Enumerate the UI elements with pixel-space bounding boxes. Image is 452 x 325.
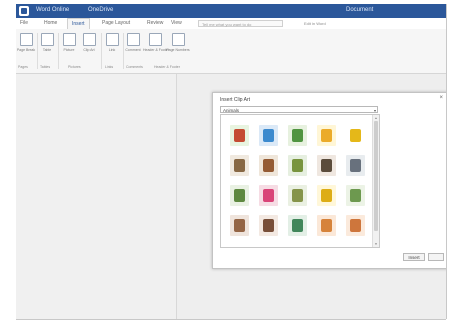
tab-review[interactable]: Review xyxy=(147,20,163,26)
link-button[interactable]: Link xyxy=(102,33,122,52)
clip-art-thumbnail[interactable] xyxy=(288,185,307,206)
clip-art-image xyxy=(263,159,274,172)
comment-label: Comment xyxy=(125,48,141,52)
app-window: Word Online OneDrive Document File Home … xyxy=(16,4,447,319)
page-numbers-button[interactable]: Page Numbers xyxy=(166,33,190,52)
clip-art-image xyxy=(234,159,245,172)
tab-home[interactable]: Home xyxy=(44,20,57,26)
link-label: Link xyxy=(108,48,116,52)
clip-art-image xyxy=(321,219,332,232)
clip-art-image xyxy=(234,189,245,202)
group-label-links: Links xyxy=(105,65,114,69)
table-button[interactable]: Table xyxy=(37,33,57,52)
clip-art-button[interactable]: Clip Art xyxy=(79,33,99,52)
app-title: Word Online xyxy=(36,7,70,13)
scroll-down-icon[interactable]: ▼ xyxy=(374,242,378,246)
clip-art-thumbnail[interactable] xyxy=(259,155,278,176)
clip-art-thumbnail[interactable] xyxy=(259,215,278,236)
clip-art-thumbnail[interactable] xyxy=(317,185,336,206)
group-label-header-footer: Header & Footer xyxy=(154,65,180,69)
picture-button[interactable]: Picture xyxy=(59,33,79,52)
clip-art-thumbnail[interactable] xyxy=(346,185,365,206)
edit-in-word-button[interactable]: Edit in Word xyxy=(304,21,326,26)
clip-art-image xyxy=(350,189,361,202)
table-icon xyxy=(40,33,54,46)
page-break-icon xyxy=(19,33,33,46)
clip-art-thumbnail[interactable] xyxy=(288,215,307,236)
clip-art-image xyxy=(321,129,332,142)
page-break-button[interactable]: Page Break xyxy=(16,33,36,52)
comment-button[interactable]: Comment xyxy=(122,33,144,52)
clip-art-image xyxy=(234,129,245,142)
clip-category-value: Animals xyxy=(223,108,240,113)
clip-art-icon xyxy=(82,33,96,46)
header-footer-icon xyxy=(148,33,162,46)
scrollbar-thumb[interactable] xyxy=(374,121,378,231)
close-icon[interactable]: × xyxy=(439,95,443,101)
clip-art-label: Clip Art xyxy=(83,48,95,52)
cancel-button[interactable] xyxy=(428,253,444,261)
clip-art-image xyxy=(263,129,274,142)
clip-art-thumbnail[interactable] xyxy=(317,155,336,176)
clip-art-thumbnail[interactable] xyxy=(346,125,365,146)
insert-button[interactable]: Insert xyxy=(403,253,425,261)
clip-art-thumbnail[interactable] xyxy=(317,125,336,146)
tab-file[interactable]: File xyxy=(20,20,28,26)
clip-art-thumbnail[interactable] xyxy=(288,155,307,176)
clip-art-image xyxy=(321,159,332,172)
group-label-pages: Pages xyxy=(18,65,28,69)
picture-label: Picture xyxy=(63,48,75,52)
clip-art-thumbnail[interactable] xyxy=(230,185,249,206)
dialog-title: Insert Clip Art xyxy=(220,97,251,103)
tab-page-layout[interactable]: Page Layout xyxy=(102,20,130,26)
page-numbers-icon xyxy=(171,33,185,46)
clip-art-image xyxy=(350,219,361,232)
chevron-down-icon: ▾ xyxy=(373,108,376,113)
clip-art-thumbnail[interactable] xyxy=(288,125,307,146)
header-footer-button[interactable]: Header & Footer xyxy=(143,33,169,52)
tab-view[interactable]: View xyxy=(171,20,182,26)
header-footer-label: Header & Footer xyxy=(143,48,169,52)
clip-art-image xyxy=(292,129,303,142)
clip-category-select[interactable]: Animals ▾ xyxy=(220,106,378,113)
insert-clip-art-dialog: Insert Clip Art × Animals ▾ ▲ ▼ Insert xyxy=(212,92,446,269)
scroll-up-icon[interactable]: ▲ xyxy=(374,116,378,120)
clip-art-thumbnail[interactable] xyxy=(317,215,336,236)
picture-icon xyxy=(62,33,76,46)
clip-art-thumbnail[interactable] xyxy=(230,125,249,146)
navigation-pane xyxy=(16,74,177,319)
scrollbar[interactable]: ▲ ▼ xyxy=(372,115,379,247)
clip-art-image xyxy=(292,219,303,232)
page-numbers-label: Page Numbers xyxy=(166,48,190,52)
clip-art-thumbnail[interactable] xyxy=(346,155,365,176)
clip-results-grid: ▲ ▼ xyxy=(220,114,380,248)
clip-art-image xyxy=(263,189,274,202)
clip-art-thumbnail[interactable] xyxy=(259,125,278,146)
window-frame-edge xyxy=(16,319,446,320)
clip-art-image xyxy=(321,189,332,202)
document-name: Document xyxy=(346,7,374,13)
ribbon: Page Break Table Picture Clip Art Link C… xyxy=(16,29,446,74)
clip-art-image xyxy=(292,189,303,202)
group-label-tables: Tables xyxy=(40,65,51,69)
page-break-label: Page Break xyxy=(16,48,36,52)
group-label-comments: Comments xyxy=(126,65,143,69)
word-app-icon[interactable] xyxy=(19,6,29,16)
clip-art-image xyxy=(292,159,303,172)
tell-me-search-input[interactable]: Tell me what you want to do xyxy=(198,20,283,27)
title-bar: Word Online OneDrive Document xyxy=(16,4,446,18)
clip-art-image xyxy=(263,219,274,232)
comment-icon xyxy=(126,33,140,46)
clip-art-thumbnail[interactable] xyxy=(346,215,365,236)
table-label: Table xyxy=(42,48,52,52)
group-label-pictures: Pictures xyxy=(68,65,81,69)
document-location[interactable]: OneDrive xyxy=(88,7,113,13)
clip-art-image xyxy=(234,219,245,232)
link-icon xyxy=(105,33,119,46)
clip-art-thumbnail[interactable] xyxy=(230,155,249,176)
clip-art-image xyxy=(350,129,361,142)
clip-art-thumbnail[interactable] xyxy=(259,185,278,206)
clip-art-thumbnail[interactable] xyxy=(230,215,249,236)
clip-art-image xyxy=(350,159,361,172)
